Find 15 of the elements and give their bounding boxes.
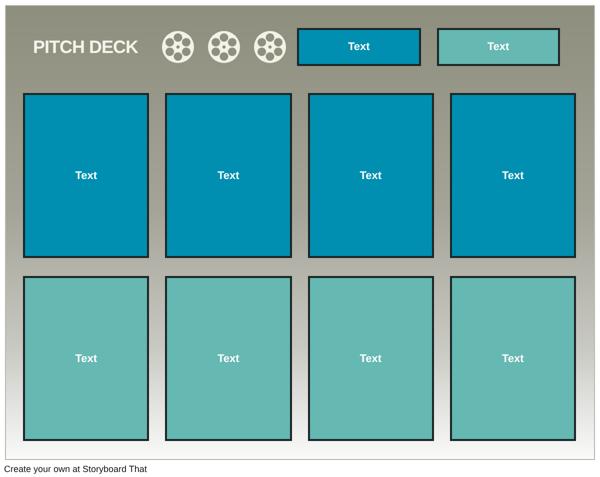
text-card: Text	[23, 93, 150, 258]
text-box: Text	[297, 28, 421, 66]
text-card: Text	[23, 276, 150, 441]
caption-text: Create your own at Storyboard That	[4, 464, 148, 474]
text-card: Text	[165, 276, 292, 441]
film-reel-icon	[161, 30, 196, 64]
worksheet-title: PITCH DECK	[33, 36, 140, 58]
text-card: Text	[165, 93, 292, 258]
text-card: Text	[450, 93, 576, 258]
text-card: Text	[308, 93, 434, 258]
text-card: Text	[450, 276, 576, 441]
film-reel-icon	[207, 30, 242, 64]
text-card: Text	[308, 276, 434, 441]
text-box: Text	[436, 28, 560, 66]
film-reel-icon	[253, 30, 288, 64]
